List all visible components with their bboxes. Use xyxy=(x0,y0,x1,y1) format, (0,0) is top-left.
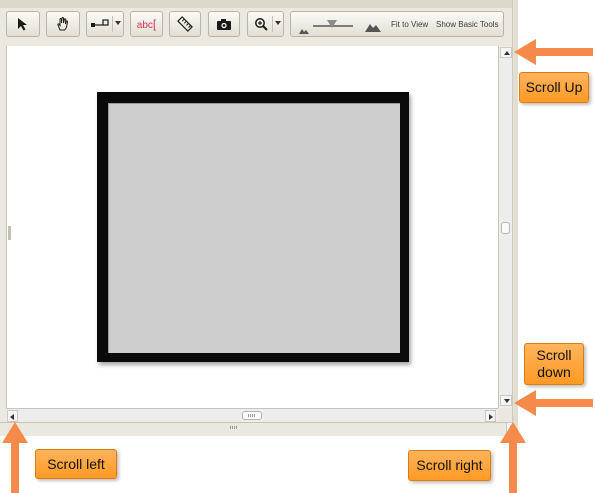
horizontal-scroll-thumb[interactable] xyxy=(242,411,262,420)
split-divider xyxy=(272,16,273,32)
frame-image-area xyxy=(108,103,400,353)
scroll-right-button[interactable] xyxy=(485,410,496,422)
grip-icon xyxy=(230,426,238,429)
document-canvas[interactable] xyxy=(6,46,499,408)
vertical-scroll-thumb[interactable] xyxy=(501,222,510,234)
scroll-down-callout: Scroll down xyxy=(524,343,584,385)
scroll-up-callout: Scroll Up xyxy=(519,72,589,103)
horizontal-scrollbar[interactable] xyxy=(6,408,498,422)
toolbar: abc[Fit to View Show Basic Tools xyxy=(0,8,518,46)
snapshot-tool-button[interactable] xyxy=(208,11,240,37)
text-annotation-icon: abc[ xyxy=(136,17,157,31)
chevron-down-icon[interactable] xyxy=(115,21,121,25)
text-tool-button[interactable]: abc[ xyxy=(130,11,163,37)
show-basic-tools-link[interactable]: Show Basic Tools xyxy=(436,20,499,29)
zoom-slider-thumb[interactable] xyxy=(327,20,337,28)
camera-icon xyxy=(216,18,232,31)
arrow-pointer-icon xyxy=(17,17,29,31)
fit-to-view-link[interactable]: Fit to View xyxy=(391,20,428,29)
zoom-controls: Fit to View Show Basic Tools xyxy=(290,11,504,37)
scroll-right-callout: Scroll right xyxy=(408,450,491,481)
triangle-left-icon xyxy=(10,414,14,420)
ruler-icon xyxy=(177,16,193,32)
pan-tool-button[interactable] xyxy=(46,11,80,37)
zoom-icon xyxy=(254,17,268,31)
grip-icon xyxy=(248,414,256,417)
select-tool-button[interactable] xyxy=(6,11,40,37)
vertical-scrollbar[interactable] xyxy=(498,46,512,408)
split-divider xyxy=(112,16,113,32)
hand-icon xyxy=(55,16,71,32)
triangle-up-icon xyxy=(504,51,510,55)
picture-frame xyxy=(97,92,409,362)
line-measure-tool-button[interactable] xyxy=(86,11,124,37)
zoom-tool-button[interactable] xyxy=(247,11,284,37)
triangle-down-icon xyxy=(504,399,510,403)
chevron-down-icon[interactable] xyxy=(275,21,281,25)
scroll-right-arrow-icon xyxy=(500,422,526,493)
scroll-down-button[interactable] xyxy=(500,395,512,406)
text-tool-label: abc xyxy=(136,20,153,31)
scroll-left-arrow-icon xyxy=(2,422,28,493)
outer-horizontal-scrollbar[interactable] xyxy=(0,422,506,434)
panel-resize-handle[interactable] xyxy=(8,226,11,240)
viewer-window: abc[Fit to View Show Basic Tools xyxy=(0,0,518,436)
triangle-right-icon xyxy=(489,414,493,420)
zoom-in-mountain-icon[interactable] xyxy=(365,19,381,37)
scroll-up-button[interactable] xyxy=(500,47,512,58)
scroll-left-callout: Scroll left xyxy=(35,449,117,479)
scroll-down-arrow-icon xyxy=(514,390,593,416)
ruler-tool-button[interactable] xyxy=(169,11,201,37)
zoom-out-mountain-icon[interactable] xyxy=(299,21,309,39)
line-measure-icon xyxy=(90,18,110,30)
scroll-up-arrow-icon xyxy=(514,39,593,65)
